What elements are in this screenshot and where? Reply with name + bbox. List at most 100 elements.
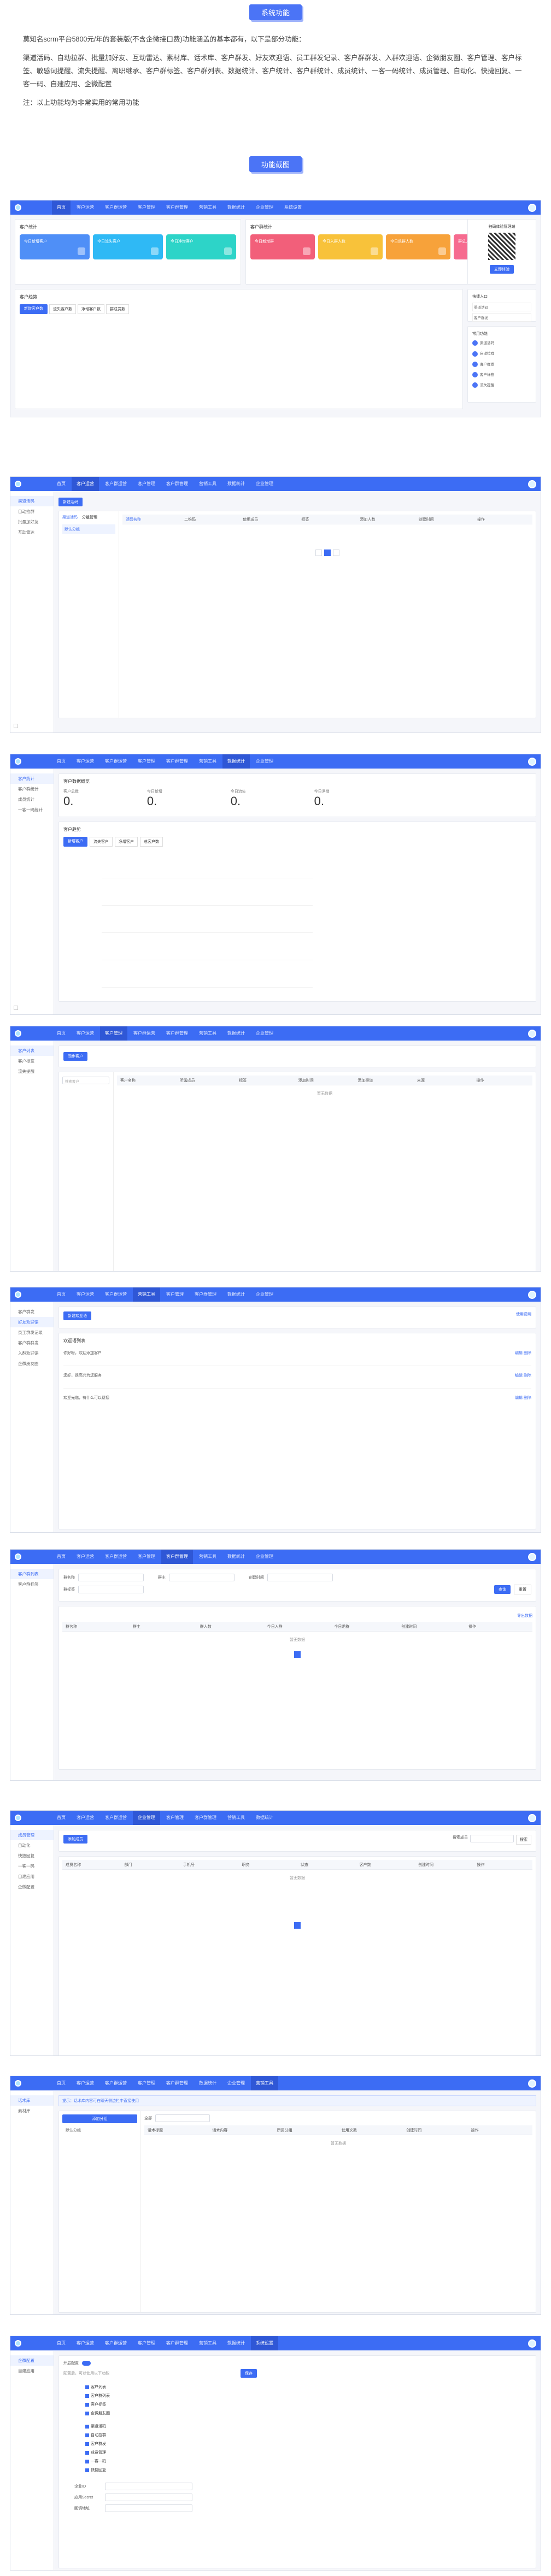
avatar[interactable] <box>528 1813 536 1822</box>
avatar[interactable] <box>528 1290 536 1299</box>
sidebar-item[interactable]: 渠道活码 <box>10 496 54 506</box>
nav-item[interactable]: 企业管理 <box>222 2076 250 2090</box>
common-function-item[interactable]: 渠道活码 <box>472 340 531 346</box>
common-function-item[interactable]: 客户群发 <box>472 361 531 367</box>
nav-item[interactable]: 企业管理 <box>251 1026 278 1041</box>
help-link[interactable]: 使用说明 <box>516 1311 531 1317</box>
nav-item[interactable]: 客户群运营 <box>100 2336 132 2350</box>
nav-item[interactable]: 数据统计 <box>222 1026 250 1041</box>
date-input[interactable] <box>267 1574 333 1581</box>
create-welcome-button[interactable]: 新建欢迎语 <box>63 1311 91 1320</box>
nav-item[interactable]: 企业管理 <box>251 1550 278 1564</box>
nav-item[interactable]: 首页 <box>52 2336 71 2350</box>
nav-item[interactable]: 营销工具 <box>194 754 221 769</box>
sidebar-item[interactable]: 一客一码统计 <box>10 805 54 815</box>
nav-item-home[interactable]: 首页 <box>52 200 71 215</box>
nav-item[interactable]: 客户群管理 <box>161 200 193 215</box>
tab[interactable]: 总客户数 <box>140 837 163 847</box>
nav-item[interactable]: 客户运营 <box>72 1811 99 1825</box>
search-button[interactable]: 查询 <box>494 1585 511 1594</box>
nav-item[interactable]: 营销工具 <box>194 477 221 491</box>
pagination[interactable] <box>62 1648 532 1661</box>
sidebar-item[interactable]: 自动化 <box>10 1840 54 1851</box>
secret-input[interactable] <box>105 2494 192 2501</box>
nav-item[interactable]: 首页 <box>52 1026 71 1041</box>
nav-item[interactable]: 首页 <box>52 1287 71 1302</box>
group-item[interactable]: 默认分组 <box>62 2123 137 2137</box>
tab-lost-customers[interactable]: 流失客户数 <box>49 304 76 314</box>
nav-item[interactable]: 数据统计 <box>222 477 250 491</box>
nav-item[interactable]: 客户群运营 <box>100 1811 132 1825</box>
tab-qr[interactable]: 渠道活码 <box>62 515 78 520</box>
pagination[interactable] <box>62 1919 532 1932</box>
sidebar-item[interactable]: 企微配置 <box>10 1882 54 1892</box>
nav-item[interactable]: 客户群运营 <box>100 1550 132 1564</box>
nav-item[interactable]: 营销工具 <box>251 2076 278 2090</box>
nav-item[interactable]: 首页 <box>52 1550 71 1564</box>
nav-item[interactable]: 营销工具 <box>133 1287 160 1302</box>
feature-check[interactable]: 客户群发 <box>85 2440 531 2449</box>
sidebar-item[interactable]: 素材库 <box>10 2106 54 2116</box>
nav-item[interactable]: 客户管理 <box>133 2336 160 2350</box>
sidebar-item[interactable]: 客户群标签 <box>10 1579 54 1590</box>
owner-input[interactable] <box>169 1574 235 1581</box>
nav-item[interactable]: 营销工具 <box>222 1811 250 1825</box>
callback-input[interactable] <box>105 2504 192 2512</box>
nav-item[interactable]: 客户群管理 <box>190 1811 221 1825</box>
nav-item[interactable]: 客户管理 <box>133 477 160 491</box>
feature-check[interactable]: 企微朋友圈 <box>85 2409 531 2418</box>
nav-item[interactable]: 客户群管理 <box>161 2336 193 2350</box>
nav-item[interactable]: 客户群管理 <box>161 1550 193 1564</box>
nav-item[interactable]: 客户管理 <box>161 1287 189 1302</box>
item-actions[interactable]: 编辑 删除 <box>515 1373 531 1378</box>
sidebar-item[interactable]: 企微朋友圈 <box>10 1358 54 1369</box>
quick-entry-item[interactable]: 客户群发 <box>472 313 531 322</box>
sidebar-item[interactable]: 员工群发记录 <box>10 1327 54 1338</box>
nav-item[interactable]: 数据统计 <box>222 1287 250 1302</box>
nav-item[interactable]: 客户运营 <box>72 2076 99 2090</box>
tab[interactable]: 净增客户 <box>115 837 138 847</box>
sidebar-item[interactable]: 入群欢迎语 <box>10 1348 54 1358</box>
feature-check[interactable]: 自动拉群 <box>85 2431 531 2440</box>
nav-item[interactable]: 客户群管理 <box>161 754 193 769</box>
common-function-item[interactable]: 流失提醒 <box>472 382 531 388</box>
nav-item[interactable]: 企业管理 <box>251 200 278 215</box>
nav-item[interactable]: 营销工具 <box>194 2336 221 2350</box>
nav-item[interactable]: 客户群运营 <box>100 2076 132 2090</box>
sidebar-item[interactable]: 一客一码 <box>10 1861 54 1871</box>
nav-item[interactable]: 客户群运营 <box>100 200 132 215</box>
nav-item[interactable]: 客户群运营 <box>100 477 132 491</box>
item-actions[interactable]: 编辑 删除 <box>515 1395 531 1401</box>
common-function-item[interactable]: 客户标签 <box>472 371 531 378</box>
feature-check[interactable]: 客户列表 <box>85 2383 531 2392</box>
avatar[interactable] <box>528 2079 536 2088</box>
sidebar-item[interactable]: 自建应用 <box>10 2366 54 2376</box>
nav-item[interactable]: 客户群管理 <box>161 1026 193 1041</box>
sidebar-item[interactable]: 成员管理 <box>10 1830 54 1840</box>
nav-item[interactable]: 系统设置 <box>279 200 307 215</box>
sidebar-item[interactable]: 客户列表 <box>10 1045 54 1056</box>
sidebar-item[interactable]: 互动雷达 <box>10 527 54 537</box>
feature-check[interactable]: 快捷回复 <box>85 2466 531 2475</box>
group-name-input[interactable] <box>78 1574 144 1581</box>
feature-check[interactable]: 客户群列表 <box>85 2392 531 2401</box>
nav-item[interactable]: 客户群运营 <box>100 1287 132 1302</box>
save-button[interactable]: 保存 <box>241 2369 257 2378</box>
avatar[interactable] <box>528 480 536 488</box>
tab[interactable]: 流失客户 <box>90 837 113 847</box>
pagination[interactable] <box>122 546 532 559</box>
export-link[interactable]: 导出数据 <box>517 1614 532 1618</box>
item-actions[interactable]: 编辑 删除 <box>515 1350 531 1356</box>
nav-item[interactable]: 营销工具 <box>194 1026 221 1041</box>
nav-item[interactable]: 客户管理 <box>133 754 160 769</box>
tab-new-customers[interactable]: 新增客户数 <box>20 304 48 314</box>
sidebar-item[interactable]: 客户标签 <box>10 1056 54 1066</box>
sidebar-item[interactable]: 企微配置 <box>10 2355 54 2366</box>
nav-item[interactable]: 首页 <box>52 2076 71 2090</box>
reset-button[interactable]: 重置 <box>514 1585 531 1594</box>
nav-item[interactable]: 客户群运营 <box>100 754 132 769</box>
nav-item[interactable]: 客户群管理 <box>190 1287 221 1302</box>
nav-item[interactable]: 客户管理 <box>161 1811 189 1825</box>
member-search-input[interactable] <box>470 1835 514 1842</box>
feature-check[interactable]: 一客一码 <box>85 2457 531 2466</box>
